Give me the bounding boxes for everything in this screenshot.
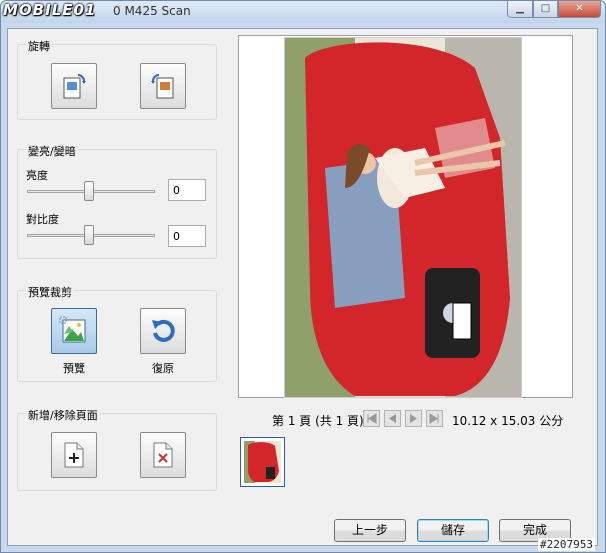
crop-group (17, 290, 217, 382)
rotate-left-button[interactable] (51, 63, 97, 109)
rotate-left-icon (63, 74, 86, 99)
undo-icon (152, 319, 175, 342)
page-size: 10.12 x 15.03 公分 (452, 414, 564, 428)
save-button[interactable]: 儲存 (417, 519, 489, 542)
window-title: 0 M425 Scan (113, 4, 191, 18)
car-photo-image (285, 38, 521, 397)
preview-label: 預覽 (63, 362, 85, 375)
brightness-slider-thumb[interactable] (84, 181, 94, 201)
next-page-button[interactable] (405, 410, 422, 427)
add-page-icon (64, 442, 84, 468)
previous-page-icon (389, 414, 396, 423)
maximize-button[interactable]: □ (533, 1, 558, 18)
close-button[interactable]: ✕ (558, 1, 601, 18)
crop-preview-icon (59, 316, 86, 343)
rotate-right-icon (151, 74, 174, 99)
back-button[interactable]: 上一步 (334, 519, 406, 542)
page-indicator: 第 1 頁 (共 1 頁) (272, 414, 364, 428)
scanned-photo (284, 37, 522, 398)
brightness-slider[interactable] (27, 181, 155, 203)
remove-page-button[interactable] (140, 432, 186, 478)
brightness-input[interactable]: 0 (168, 179, 206, 201)
rotate-group (17, 44, 217, 120)
remove-page-icon (153, 442, 173, 468)
page-thumbnail[interactable] (240, 437, 285, 487)
last-page-button[interactable] (426, 410, 443, 427)
previous-page-button[interactable] (384, 410, 401, 427)
page-thumbnail-image (244, 441, 281, 483)
title-bar: MOBILE01 0 M425 Scan ▁ □ ✕ (1, 1, 605, 23)
pages-group (17, 413, 217, 491)
rotate-right-button[interactable] (140, 63, 186, 109)
mobile01-logo: MOBILE01 (3, 1, 97, 19)
watermark: #2207953 (538, 538, 595, 551)
preview-crop-button[interactable] (51, 308, 97, 354)
pages-group-label: 新增/移除頁面 (26, 407, 100, 423)
brightness-contrast-label: 變亮/變暗 (26, 143, 78, 159)
contrast-slider[interactable] (27, 225, 155, 247)
first-page-button[interactable] (363, 410, 380, 427)
minimize-button[interactable]: ▁ (507, 1, 533, 18)
restore-button[interactable] (140, 308, 186, 354)
restore-label: 復原 (152, 362, 174, 375)
last-page-icon (429, 413, 439, 424)
crop-group-label: 預覽裁剪 (26, 284, 74, 300)
contrast-input[interactable]: 0 (168, 225, 206, 247)
contrast-slider-thumb[interactable] (84, 225, 94, 245)
first-page-icon (367, 413, 377, 424)
rotate-group-label: 旋轉 (26, 38, 52, 54)
next-page-icon (410, 414, 417, 423)
add-page-button[interactable] (51, 432, 97, 478)
